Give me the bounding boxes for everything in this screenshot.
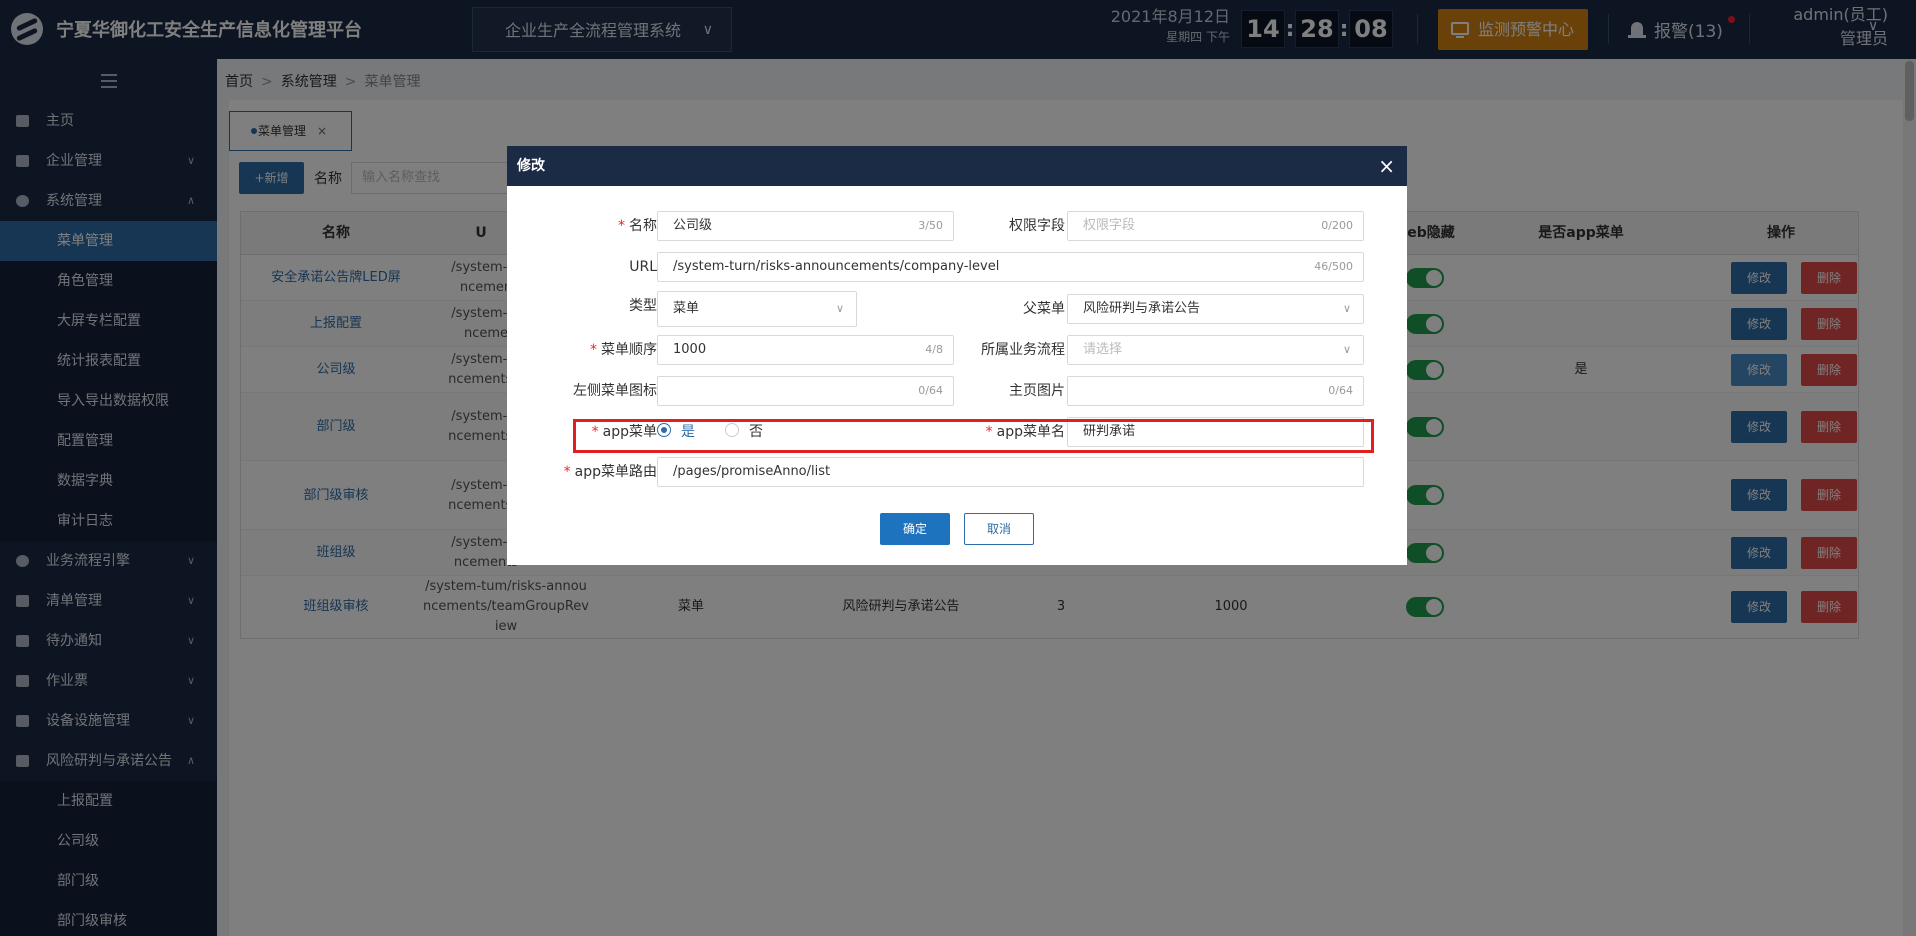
image-field-count: 0/64 bbox=[1328, 384, 1353, 397]
app-menu-no-label[interactable]: 否 bbox=[749, 417, 763, 447]
close-icon[interactable]: × bbox=[1378, 146, 1395, 186]
app-menu-name-value: 研判承诺 bbox=[1083, 424, 1136, 439]
parent-field-label: 父菜单 bbox=[1023, 301, 1065, 317]
app-route-label: * app菜单路由 bbox=[563, 464, 657, 480]
icon-field-label: 左侧菜单图标 bbox=[573, 383, 657, 399]
modal-header: 修改 × bbox=[507, 146, 1407, 186]
type-select-value: 菜单 bbox=[673, 301, 700, 316]
modal-title: 修改 bbox=[517, 158, 545, 174]
permission-field-placeholder: 权限字段 bbox=[1083, 218, 1136, 233]
chevron-down-icon: ∨ bbox=[835, 302, 844, 315]
name-field-value: 公司级 bbox=[673, 218, 713, 233]
confirm-button[interactable]: 确定 bbox=[880, 513, 950, 545]
chevron-down-icon: ∨ bbox=[1342, 302, 1351, 315]
app-route-value: /pages/promiseAnno/list bbox=[673, 464, 831, 479]
permission-field[interactable]: 权限字段 0/200 bbox=[1067, 211, 1364, 241]
type-select[interactable]: 菜单 ∨ bbox=[657, 291, 857, 327]
order-field-value: 1000 bbox=[673, 342, 707, 357]
app-menu-name-field[interactable]: 研判承诺 bbox=[1067, 417, 1364, 447]
flow-select[interactable]: 请选择 ∨ bbox=[1067, 335, 1364, 365]
app-menu-name-label: * app菜单名 bbox=[985, 424, 1065, 440]
parent-select[interactable]: 风险研判与承诺公告 ∨ bbox=[1067, 294, 1364, 324]
app-menu-yes-label[interactable]: 是 bbox=[681, 417, 695, 447]
image-field-label: 主页图片 bbox=[1009, 383, 1065, 399]
url-field-count: 46/500 bbox=[1314, 260, 1353, 273]
name-field-label: * 名称 bbox=[618, 218, 657, 234]
app-route-field[interactable]: /pages/promiseAnno/list bbox=[657, 457, 1364, 487]
order-field-label: * 菜单顺序 bbox=[590, 342, 657, 358]
edit-modal: 修改 × * 名称 公司级 3/50 权限字段 权限字段 0/200 URL /sys… bbox=[507, 146, 1407, 565]
app-menu-yes-radio[interactable] bbox=[657, 423, 671, 437]
flow-select-placeholder: 请选择 bbox=[1083, 342, 1123, 357]
url-field-label: URL bbox=[629, 259, 657, 275]
url-field-value: /system-turn/risks-announcements/company… bbox=[673, 259, 1000, 274]
app-menu-label: * app菜单 bbox=[591, 424, 657, 440]
image-field[interactable]: 0/64 bbox=[1067, 376, 1364, 406]
parent-select-value: 风险研判与承诺公告 bbox=[1083, 301, 1201, 316]
url-field[interactable]: /system-turn/risks-announcements/company… bbox=[657, 252, 1364, 282]
app-menu-no-radio[interactable] bbox=[725, 423, 739, 437]
type-field-label: 类型 bbox=[629, 298, 657, 314]
chevron-down-icon: ∨ bbox=[1342, 343, 1351, 356]
permission-field-label: 权限字段 bbox=[1009, 218, 1065, 234]
permission-field-count: 0/200 bbox=[1321, 219, 1353, 232]
flow-field-label: 所属业务流程 bbox=[981, 342, 1065, 358]
cancel-button[interactable]: 取消 bbox=[964, 513, 1034, 545]
